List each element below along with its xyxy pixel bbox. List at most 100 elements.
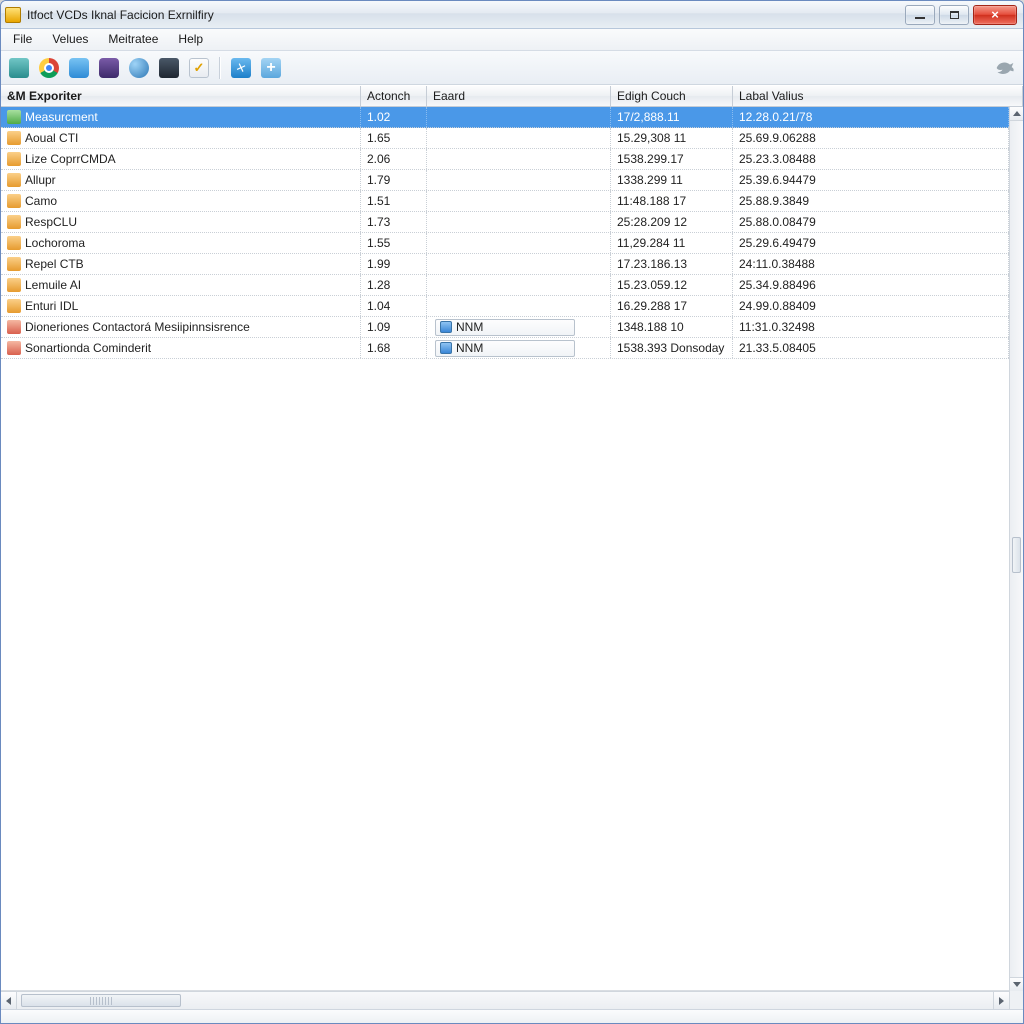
- row-name: Repel CTB: [25, 257, 84, 271]
- row-item-icon: [7, 215, 21, 229]
- table-row[interactable]: Dioneriones Contactorá Mesiipinnsisrence…: [1, 317, 1009, 338]
- table-row[interactable]: Lochoroma 1.55 11,29.284 1125.29.6.49479: [1, 233, 1009, 254]
- row-item-icon: [7, 152, 21, 166]
- bird-gray-icon[interactable]: [993, 56, 1017, 80]
- dark-panel-icon[interactable]: [157, 56, 181, 80]
- row-name: Lize CoprrCMDA: [25, 152, 116, 166]
- close-button[interactable]: ×: [973, 5, 1017, 25]
- chrome-icon[interactable]: [37, 56, 61, 80]
- row-eaard-chip[interactable]: NNM: [435, 340, 575, 357]
- menu-metrate[interactable]: Meitratee: [98, 29, 168, 50]
- row-action: 1.28: [361, 275, 427, 295]
- app-window: Itfoct VCDs Iknal Facicion Exrnilfiry × …: [0, 0, 1024, 1024]
- column-headers: &M Exporiter Actonch Eaard Edigh Couch L…: [1, 85, 1023, 107]
- row-name: Sonartionda Cominderit: [25, 341, 151, 355]
- row-name: Camo: [25, 194, 57, 208]
- row-item-icon: [7, 320, 21, 334]
- row-label: 25.88.9.3849: [733, 191, 1009, 211]
- row-action: 2.06: [361, 149, 427, 169]
- scroll-corner: [1009, 991, 1023, 1009]
- row-item-icon: [7, 110, 21, 124]
- row-name: Measurcment: [25, 110, 98, 124]
- row-edge: 15.23.059.12: [611, 275, 733, 295]
- row-eaard: [427, 128, 611, 148]
- row-edge: 1538.393 Donsoday: [611, 338, 733, 358]
- menu-values[interactable]: Velues: [42, 29, 98, 50]
- table-row[interactable]: Camo 1.51 11:48.188 1725.88.9.3849: [1, 191, 1009, 212]
- row-name: Lemuile AI: [25, 278, 81, 292]
- row-eaard: [427, 170, 611, 190]
- row-item-icon: [7, 278, 21, 292]
- row-name: RespCLU: [25, 215, 77, 229]
- row-eaard: [427, 254, 611, 274]
- table-row[interactable]: RespCLU1.7325:28.209 1225.88.0.08479: [1, 212, 1009, 233]
- menubar: File Velues Meitratee Help: [1, 29, 1023, 51]
- header-eaard[interactable]: Eaard: [427, 86, 611, 106]
- row-eaard: [427, 275, 611, 295]
- row-label: 25.34.9.88496: [733, 275, 1009, 295]
- teal-box-icon[interactable]: [7, 56, 31, 80]
- row-edge: 1348.188 10: [611, 317, 733, 337]
- row-action: 1.55: [361, 233, 427, 253]
- row-eaard: [427, 296, 611, 316]
- row-name: Allupr: [25, 173, 56, 187]
- row-action: 1.51: [361, 191, 427, 211]
- vertical-scroll-thumb[interactable]: [1012, 537, 1021, 573]
- row-item-icon: [7, 236, 21, 250]
- bird-blue-icon[interactable]: [229, 56, 253, 80]
- scroll-left-arrow-icon[interactable]: [1, 992, 17, 1009]
- scroll-right-arrow-icon[interactable]: [993, 992, 1009, 1009]
- header-label[interactable]: Labal Valius: [733, 86, 1023, 106]
- row-action: 1.68: [361, 338, 427, 358]
- row-edge: 11,29.284 11: [611, 233, 733, 253]
- vertical-scrollbar[interactable]: [1009, 107, 1023, 991]
- maximize-button[interactable]: [939, 5, 969, 25]
- row-eaard: [427, 149, 611, 169]
- row-item-icon: [7, 194, 21, 208]
- table-row[interactable]: Sonartionda Cominderit 1.68 NNM 1538.393 Do…: [1, 338, 1009, 359]
- row-edge: 17/2,888.11: [611, 107, 733, 127]
- row-edge: 1538.299.17: [611, 149, 733, 169]
- horizontal-scrollbar[interactable]: [1, 991, 1023, 1009]
- row-name: Lochoroma: [25, 236, 85, 250]
- horizontal-scroll-thumb[interactable]: [21, 994, 181, 1007]
- checkbox-icon[interactable]: [187, 56, 211, 80]
- header-action[interactable]: Actonch: [361, 86, 427, 106]
- table-row[interactable]: Measurcment1.0217/2,888.1112.28.0.21/78: [1, 107, 1009, 128]
- row-edge: 16.29.288 17: [611, 296, 733, 316]
- row-label: 12.28.0.21/78: [733, 107, 1009, 127]
- scroll-up-arrow-icon[interactable]: [1010, 107, 1023, 121]
- purple-box-icon[interactable]: [97, 56, 121, 80]
- row-edge: 15.29,308 11: [611, 128, 733, 148]
- minimize-button[interactable]: [905, 5, 935, 25]
- sky-box-icon[interactable]: [67, 56, 91, 80]
- table-row[interactable]: Allupr1.791338.299 1125.39.6.94479: [1, 170, 1009, 191]
- table-row[interactable]: Aoual CTI1.6515.29,308 1125.69.9.06288: [1, 128, 1009, 149]
- scroll-down-arrow-icon[interactable]: [1010, 977, 1023, 991]
- header-edge[interactable]: Edigh Couch: [611, 86, 733, 106]
- header-exporter[interactable]: &M Exporiter: [1, 86, 361, 106]
- table-row[interactable]: Enturi IDL1.0416.29.288 1724.99.0.88409: [1, 296, 1009, 317]
- row-item-icon: [7, 299, 21, 313]
- table-row[interactable]: Lemuile AI 1.28 15.23.059.1225.34.9.88496: [1, 275, 1009, 296]
- row-eaard-chip[interactable]: NNM: [435, 319, 575, 336]
- row-edge: 25:28.209 12: [611, 212, 733, 232]
- chip-label: NNM: [456, 320, 483, 334]
- globe-gear-icon[interactable]: [127, 56, 151, 80]
- menu-help[interactable]: Help: [168, 29, 213, 50]
- row-label: 25.29.6.49479: [733, 233, 1009, 253]
- row-item-icon: [7, 131, 21, 145]
- table-row[interactable]: Lize CoprrCMDA2.061538.299.1725.23.3.084…: [1, 149, 1009, 170]
- row-name: Enturi IDL: [25, 299, 78, 313]
- window-title: Itfoct VCDs Iknal Facicion Exrnilfiry: [27, 8, 214, 22]
- plus-icon[interactable]: [259, 56, 283, 80]
- app-icon: [5, 7, 21, 23]
- table-row[interactable]: Repel CTB1.9917.23.186.1324:11.0.38488: [1, 254, 1009, 275]
- row-action: 1.65: [361, 128, 427, 148]
- row-action: 1.73: [361, 212, 427, 232]
- row-name: Dioneriones Contactorá Mesiipinnsisrence: [25, 320, 250, 334]
- row-edge: 11:48.188 17: [611, 191, 733, 211]
- menu-file[interactable]: File: [3, 29, 42, 50]
- row-name: Aoual CTI: [25, 131, 78, 145]
- row-edge: 1338.299 11: [611, 170, 733, 190]
